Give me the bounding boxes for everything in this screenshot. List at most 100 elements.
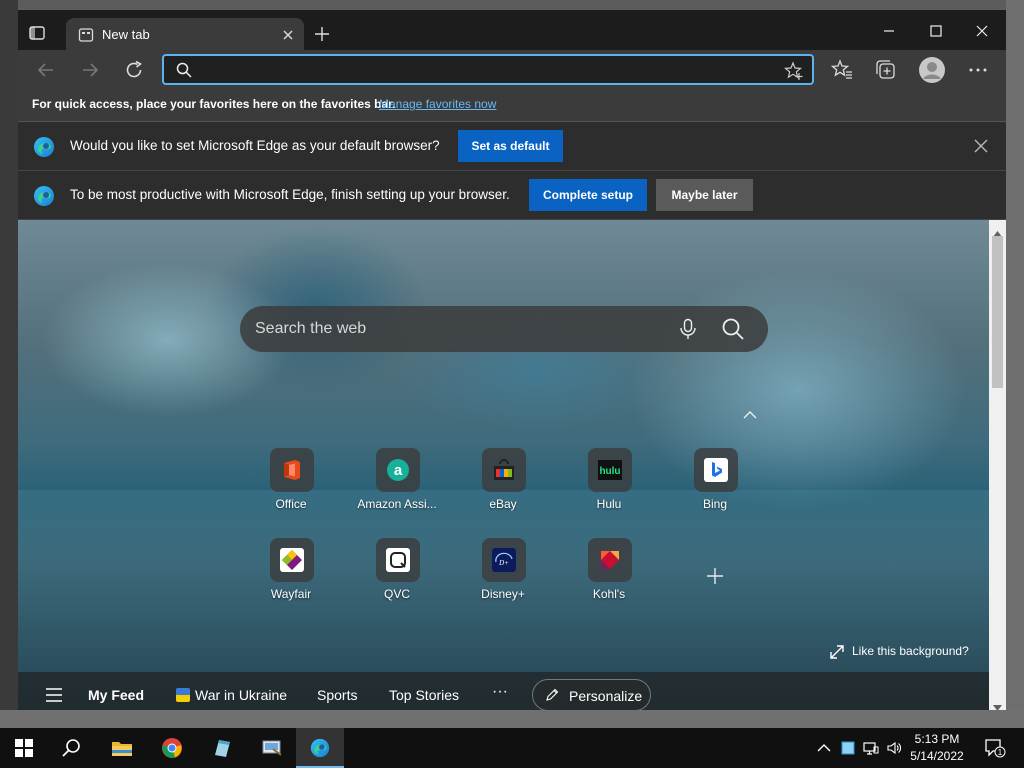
favorites-bar-hint: For quick access, place your favorites h… bbox=[32, 97, 396, 111]
toolbar bbox=[18, 50, 1006, 90]
page-scrollbar[interactable] bbox=[989, 220, 1006, 710]
edge-logo-icon bbox=[32, 135, 56, 159]
back-arrow-icon[interactable] bbox=[34, 58, 58, 82]
feed-tab-top-stories[interactable]: Top Stories bbox=[389, 687, 459, 703]
control-panel-icon[interactable] bbox=[248, 728, 296, 768]
hulu-logo-text: hulu bbox=[599, 466, 620, 477]
tab-new-tab[interactable]: New tab bbox=[66, 18, 304, 52]
title-bar: New tab bbox=[18, 10, 1006, 52]
amazon-icon: a bbox=[376, 448, 420, 492]
scroll-down-arrow-icon[interactable] bbox=[993, 699, 1002, 710]
feed-tab-war-in-ukraine[interactable]: War in Ukraine bbox=[195, 687, 287, 703]
volume-icon[interactable] bbox=[886, 740, 902, 756]
quick-link-wayfair[interactable]: Wayfair bbox=[241, 538, 341, 618]
new-tab-plus-icon[interactable] bbox=[314, 26, 330, 42]
svg-text:D+: D+ bbox=[498, 559, 509, 567]
quick-link-office[interactable]: Office bbox=[241, 448, 341, 528]
close-infobar-icon[interactable] bbox=[973, 138, 989, 154]
close-tab-icon[interactable] bbox=[280, 27, 296, 43]
add-shortcut-plus-icon[interactable] bbox=[705, 566, 725, 586]
network-icon[interactable] bbox=[863, 740, 879, 756]
maybe-later-button[interactable]: Maybe later bbox=[656, 179, 753, 211]
notification-count: 1 bbox=[998, 748, 1003, 757]
taskbar-clock[interactable]: 5:13 PM 5/14/2022 bbox=[904, 731, 970, 765]
setup-message: To be most productive with Microsoft Edg… bbox=[70, 187, 510, 202]
feed-tab-my-feed[interactable]: My Feed bbox=[88, 687, 144, 703]
profile-avatar-icon[interactable] bbox=[918, 56, 946, 84]
forward-arrow-icon[interactable] bbox=[78, 58, 102, 82]
notification-center-icon[interactable]: 1 bbox=[984, 738, 1006, 758]
quick-link-label: QVC bbox=[383, 587, 410, 601]
feed-more-options[interactable]: ··· bbox=[492, 683, 508, 701]
quick-link-label: Disney+ bbox=[481, 587, 525, 601]
quick-link-hulu[interactable]: hulu Hulu bbox=[559, 448, 659, 528]
kohls-icon bbox=[588, 538, 632, 582]
notepad-icon[interactable] bbox=[198, 728, 246, 768]
taskbar-search-icon[interactable] bbox=[48, 728, 96, 768]
search-icon bbox=[176, 62, 192, 78]
address-input[interactable] bbox=[202, 59, 762, 81]
quick-link-label: Hulu bbox=[596, 497, 622, 511]
quick-link-label: Kohl's bbox=[592, 587, 626, 601]
close-window-button[interactable] bbox=[959, 16, 1005, 46]
blue-square-tray-icon[interactable] bbox=[840, 740, 856, 756]
edge-taskbar-icon[interactable] bbox=[296, 728, 344, 768]
maximize-button[interactable] bbox=[913, 16, 959, 46]
desktop-background bbox=[0, 0, 1024, 10]
quick-link-bing[interactable]: Bing bbox=[665, 448, 765, 528]
default-browser-message: Would you like to set Microsoft Edge as … bbox=[70, 138, 440, 153]
windows-taskbar: 5:13 PM 5/14/2022 1 bbox=[0, 728, 1024, 768]
quick-link-kohls[interactable]: Kohl's bbox=[559, 538, 659, 618]
personalize-label: Personalize bbox=[569, 688, 643, 704]
office-icon bbox=[270, 448, 314, 492]
ebay-icon bbox=[482, 448, 526, 492]
refresh-icon[interactable] bbox=[122, 58, 146, 82]
feed-navigation-bar: My Feed War in Ukraine Sports Top Storie… bbox=[18, 672, 989, 710]
quick-link-label: Amazon Assi... bbox=[357, 497, 437, 511]
set-as-default-button[interactable]: Set as default bbox=[458, 130, 563, 162]
web-search-placeholder[interactable]: Search the web bbox=[255, 320, 366, 338]
favorites-bar: For quick access, place your favorites h… bbox=[18, 90, 1006, 122]
bing-icon bbox=[694, 448, 738, 492]
feed-tab-sports[interactable]: Sports bbox=[317, 687, 357, 703]
scroll-up-arrow-icon[interactable] bbox=[993, 224, 1002, 237]
microphone-icon[interactable] bbox=[678, 318, 698, 340]
web-search-icon[interactable] bbox=[721, 317, 745, 341]
quick-link-disney-plus[interactable]: D+ Disney+ bbox=[453, 538, 553, 618]
quick-link-amazon-assistant[interactable]: a Amazon Assi... bbox=[347, 448, 447, 528]
clock-date: 5/14/2022 bbox=[910, 749, 964, 763]
show-hidden-icons-chevron-icon[interactable] bbox=[816, 740, 832, 756]
start-button[interactable] bbox=[0, 728, 48, 768]
ukraine-flag-icon bbox=[176, 688, 190, 702]
minimize-button[interactable] bbox=[866, 16, 912, 46]
more-options-icon[interactable] bbox=[966, 58, 990, 82]
quick-link-label: Office bbox=[275, 497, 307, 511]
web-search-box[interactable]: Search the web bbox=[240, 306, 768, 352]
personalize-button[interactable]: Personalize bbox=[532, 679, 651, 710]
quick-link-label: eBay bbox=[489, 497, 517, 511]
chevron-up-icon[interactable] bbox=[742, 408, 758, 420]
manage-favorites-link[interactable]: Manage favorites now bbox=[379, 97, 496, 111]
file-explorer-icon[interactable] bbox=[98, 728, 146, 768]
quick-link-qvc[interactable]: QVC bbox=[347, 538, 447, 618]
chrome-icon[interactable] bbox=[148, 728, 196, 768]
wayfair-icon bbox=[270, 538, 314, 582]
like-background-link[interactable]: Like this background? bbox=[830, 643, 980, 661]
default-browser-infobar: Would you like to set Microsoft Edge as … bbox=[18, 122, 1006, 171]
qvc-icon bbox=[376, 538, 420, 582]
address-bar[interactable] bbox=[162, 54, 814, 85]
scrollbar-thumb[interactable] bbox=[992, 236, 1003, 388]
collections-icon[interactable] bbox=[874, 58, 898, 82]
add-favorite-star-icon[interactable] bbox=[783, 61, 804, 81]
disney-icon: D+ bbox=[482, 538, 526, 582]
tab-actions-icon[interactable] bbox=[28, 24, 52, 48]
complete-setup-button[interactable]: Complete setup bbox=[529, 179, 647, 211]
desktop-right-edge bbox=[1006, 0, 1024, 728]
quick-link-label: Bing bbox=[702, 497, 728, 511]
hulu-icon: hulu bbox=[588, 448, 632, 492]
favorites-icon[interactable] bbox=[830, 58, 854, 82]
pencil-icon bbox=[545, 688, 559, 702]
hamburger-menu-icon[interactable] bbox=[46, 688, 62, 702]
quick-link-ebay[interactable]: eBay bbox=[453, 448, 553, 528]
desktop-left-edge bbox=[0, 0, 18, 728]
